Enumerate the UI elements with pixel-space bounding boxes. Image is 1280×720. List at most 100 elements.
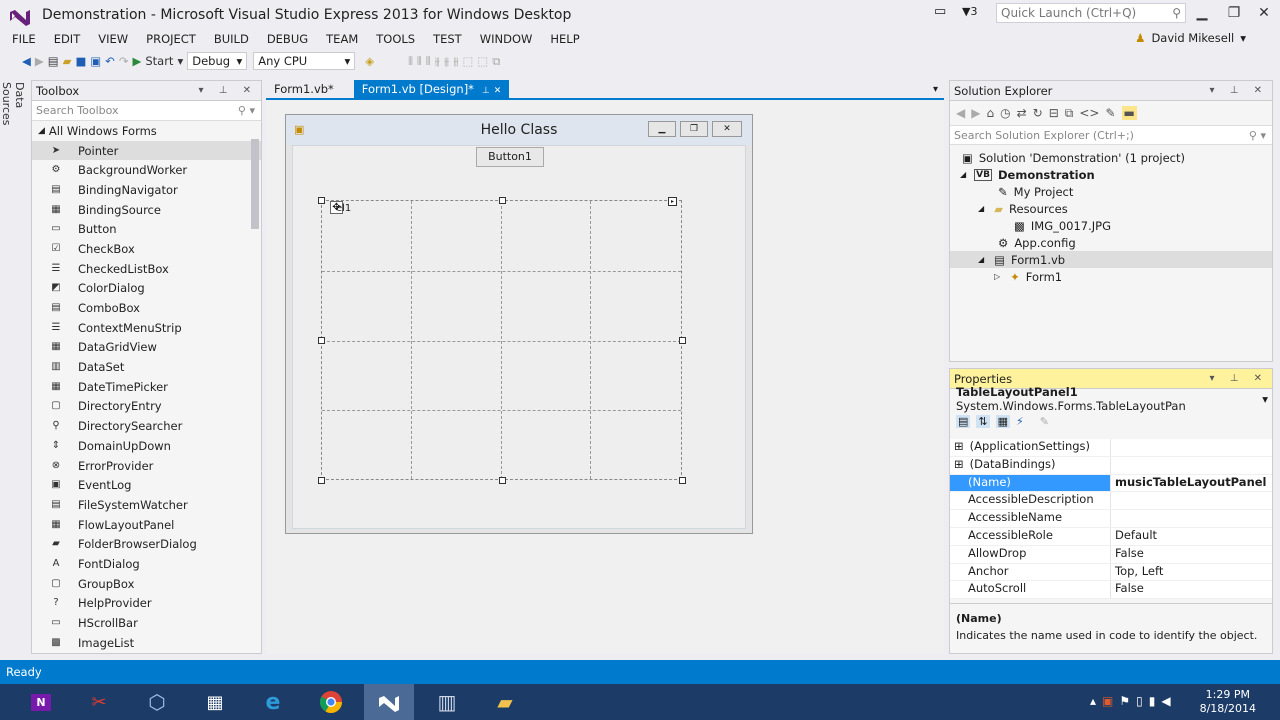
visual-studio-taskbar-button[interactable] — [364, 684, 414, 720]
menu-file[interactable]: FILE — [0, 32, 36, 46]
media-taskbar-button[interactable]: ▥ — [422, 684, 472, 720]
align-middle-icon[interactable]: ⫵ — [444, 51, 449, 71]
align-right-icon[interactable]: ⫴ — [426, 51, 431, 71]
menu-team[interactable]: TEAM — [326, 32, 358, 46]
toolbox-item[interactable]: ▦ BindingSource — [32, 200, 261, 220]
align-bottom-icon[interactable]: ⫵ — [453, 51, 458, 71]
tree-node-project[interactable]: ◢ VB Demonstration — [950, 166, 1272, 183]
volume-icon[interactable]: ◀ — [1161, 694, 1170, 708]
calculator-taskbar-button[interactable]: ▦ — [190, 684, 240, 720]
onenote-taskbar-button[interactable]: N — [16, 684, 66, 720]
menu-window[interactable]: WINDOW — [480, 32, 533, 46]
property-value[interactable] — [1110, 456, 1272, 474]
data-sources-tab[interactable]: Data Sources — [0, 78, 26, 150]
forward-icon[interactable]: ▶ — [971, 106, 980, 120]
close-icon[interactable]: ✕ — [494, 86, 502, 96]
tree-node-image[interactable]: ▩ IMG_0017.JPG — [950, 217, 1272, 234]
toolbox-item[interactable]: ▦ DataGridView — [32, 338, 261, 358]
menu-edit[interactable]: EDIT — [54, 32, 81, 46]
property-row[interactable]: ⊞ (DataBindings) — [950, 456, 1272, 475]
notifications-flag[interactable]: ▼ 3 — [962, 5, 977, 18]
maximize-button[interactable]: ❐ — [1218, 2, 1250, 24]
smart-tag-icon[interactable]: ▸ — [668, 197, 677, 206]
wrench-icon[interactable]: ✎ — [1105, 106, 1115, 120]
properties-view-icon[interactable]: ▦ — [995, 414, 1011, 428]
sync-icon[interactable]: ⇄ — [1017, 106, 1027, 120]
property-value[interactable] — [1110, 439, 1272, 456]
configuration-select[interactable]: Debug ▾ — [187, 52, 248, 70]
menu-build[interactable]: BUILD — [214, 32, 249, 46]
user-account[interactable]: ♟ David Mikesell ▾ — [1135, 31, 1246, 45]
collapse-all-icon[interactable]: ⊟ — [1049, 106, 1059, 120]
new-project-icon[interactable]: ▤ — [48, 51, 59, 71]
toolbox-item[interactable]: ▦ FlowLayoutPanel — [32, 515, 261, 535]
feedback-icon[interactable]: ▭ — [934, 4, 946, 19]
show-hidden-icons-icon[interactable]: ▴ — [1090, 694, 1096, 708]
property-row[interactable]: AutoScroll False — [950, 581, 1272, 600]
menu-view[interactable]: VIEW — [98, 32, 128, 46]
resize-handle[interactable] — [499, 197, 506, 204]
save-icon[interactable]: ■ — [75, 51, 86, 71]
toolbox-scrollbar[interactable] — [251, 139, 259, 229]
preview-icon[interactable]: ▬ — [1121, 106, 1137, 120]
system-clock[interactable]: 1:29 PM 8/18/2014 — [1200, 688, 1256, 716]
toolbox-item[interactable]: ▤ ComboBox — [32, 298, 261, 318]
toolbox-item[interactable]: ▢ GroupBox — [32, 574, 261, 594]
pin-icon[interactable]: ⊥ — [482, 86, 490, 96]
menu-debug[interactable]: DEBUG — [267, 32, 308, 46]
property-row[interactable]: ⊞ (ApplicationSettings) — [950, 439, 1272, 457]
bring-front-icon[interactable]: ⧉ — [492, 51, 500, 71]
forward-icon[interactable]: ▶ — [35, 51, 44, 71]
menu-test[interactable]: TEST — [433, 32, 462, 46]
button1-control[interactable]: Button1 — [476, 147, 544, 167]
toolbox-item[interactable]: ▤ FileSystemWatcher — [32, 495, 261, 515]
menu-tools[interactable]: TOOLS — [376, 32, 415, 46]
resize-handle[interactable] — [318, 337, 325, 344]
toolbox-item[interactable]: ▣ EventLog — [32, 475, 261, 495]
tree-node-app-config[interactable]: ⚙ App.config — [950, 234, 1272, 251]
spacing-icon[interactable]: ⬚ — [477, 51, 488, 71]
start-button[interactable]: ▶ Start ▾ — [132, 51, 183, 71]
toolbox-item[interactable]: ⊗ ErrorProvider — [32, 456, 261, 476]
tab-form1-design[interactable]: Form1.vb [Design]* ⊥ ✕ — [353, 80, 510, 98]
property-value[interactable]: False — [1110, 545, 1272, 563]
file-explorer-taskbar-button[interactable]: ▰ — [480, 684, 530, 720]
toolbox-item[interactable]: ➤ Pointer — [32, 140, 261, 161]
toolbox-item[interactable]: ☑ CheckBox — [32, 239, 261, 259]
toolbox-item[interactable]: ☰ ContextMenuStrip — [32, 318, 261, 338]
resize-handle[interactable] — [318, 197, 325, 204]
alphabetical-icon[interactable]: ⇅ — [976, 414, 990, 428]
copy-icon[interactable]: ⧉ — [1065, 106, 1074, 121]
property-row[interactable]: Anchor Top, Left — [950, 563, 1272, 582]
redo-icon[interactable]: ↷ — [119, 51, 129, 71]
tree-node-form1-class[interactable]: ▷ ✦ Form1 — [950, 268, 1272, 285]
form-preview[interactable]: ▣ Hello Class ▁ ❐ ✕ Button1 ✥ el1 ▸ — [285, 114, 753, 534]
tab-form1-code[interactable]: Form1.vb* — [266, 80, 342, 98]
toolbox-item[interactable]: ⚙ BackgroundWorker — [32, 160, 261, 180]
back-icon[interactable]: ◀ — [22, 51, 31, 71]
save-all-icon[interactable]: ▣ — [90, 51, 101, 71]
toolbox-item[interactable]: ? HelpProvider — [32, 594, 261, 614]
property-row-selected[interactable]: (Name) musicTableLayoutPanel — [950, 474, 1272, 493]
resize-handle[interactable] — [499, 477, 506, 484]
toolbox-item[interactable]: ▭ Button — [32, 219, 261, 239]
chrome-taskbar-button[interactable] — [306, 684, 356, 720]
tree-node-resources[interactable]: ◢ ▰ Resources — [950, 200, 1272, 217]
home-icon[interactable]: ⌂ — [986, 106, 994, 120]
toolbox-search-input[interactable]: Search Toolbox ⚲ ▾ — [32, 101, 261, 121]
property-row[interactable]: AccessibleName — [950, 510, 1272, 528]
battery-icon[interactable]: ▯ — [1136, 694, 1143, 708]
table-layout-panel[interactable]: ✥ el1 ▸ — [318, 197, 686, 484]
menu-project[interactable]: PROJECT — [146, 32, 196, 46]
property-value[interactable] — [1110, 510, 1272, 527]
tree-node-my-project[interactable]: ✎ My Project — [950, 183, 1272, 200]
align-top-icon[interactable]: ⫵ — [435, 51, 440, 71]
platform-select[interactable]: Any CPU ▾ — [253, 52, 356, 70]
property-row[interactable]: AllowDrop False — [950, 545, 1272, 564]
tree-node-solution[interactable]: ▣ Solution 'Demonstration' (1 project) — [950, 149, 1272, 166]
toolbox-item[interactable]: ▦ DateTimePicker — [32, 377, 261, 397]
panel-controls[interactable]: ▾ ⊥ ✕ — [1210, 373, 1272, 384]
solution-search-input[interactable]: Search Solution Explorer (Ctrl+;) ⚲ ▾ — [950, 125, 1272, 145]
toolbox-item[interactable]: ◩ ColorDialog — [32, 279, 261, 299]
refresh-icon[interactable]: ↻ — [1033, 106, 1043, 120]
